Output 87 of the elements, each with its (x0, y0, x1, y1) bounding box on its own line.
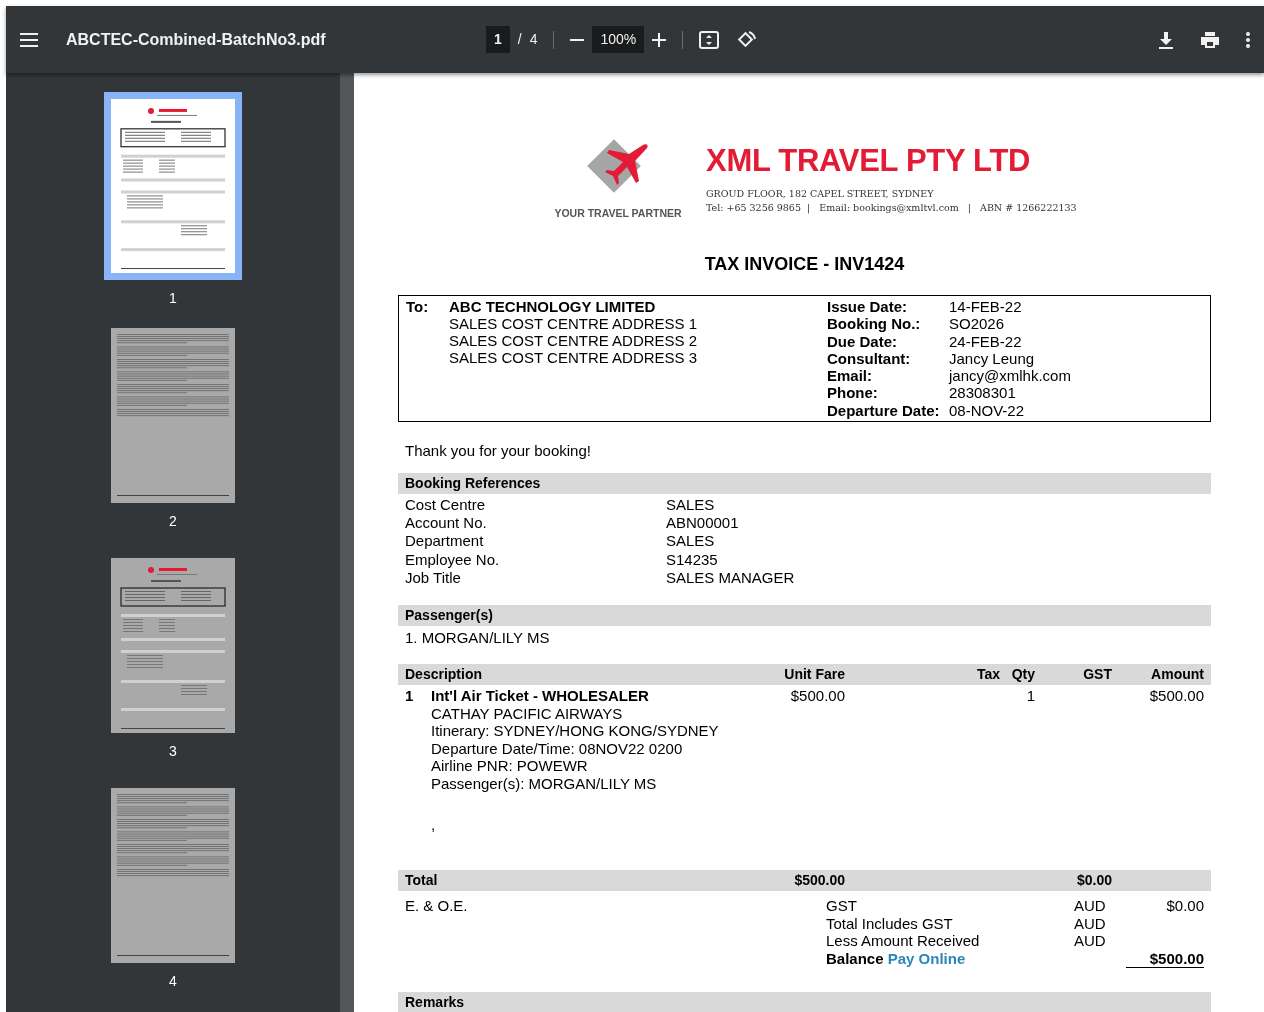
page-number-label: 4 (169, 972, 177, 991)
section-heading: Remarks (398, 992, 1211, 1012)
reference-value: SALES (666, 532, 716, 551)
item-detail: Itinerary: SYDNEY/HONG KONG/SYDNEY (431, 722, 719, 740)
file-name: ABCTEC-Combined-BatchNo3.pdf (66, 29, 327, 50)
print-icon[interactable] (1200, 30, 1220, 49)
section-heading: Passenger(s) (398, 605, 1211, 626)
download-icon[interactable] (1158, 30, 1174, 49)
summary-label: GST (826, 897, 857, 915)
currency-label: AUD (1074, 897, 1106, 915)
address-line: SALES COST CENTRE ADDRESS 2 (449, 332, 699, 349)
detail-value: 14-FEB-22 (949, 298, 1023, 316)
item-number: 1 (405, 687, 415, 706)
passenger-name: 1. MORGAN/LILY MS (405, 629, 551, 646)
detail-label: Consultant: (827, 349, 912, 368)
reference-label: Cost Centre (405, 496, 487, 515)
item-detail: Airline PNR: POWEWR (431, 757, 589, 775)
thank-you-text: Thank you for your booking! (405, 442, 592, 459)
address-line: SALES COST CENTRE ADDRESS 1 (449, 315, 699, 332)
page-count: 4 (529, 30, 538, 49)
reference-value: SALES MANAGER (666, 568, 796, 587)
summary-label: Less Amount Received (826, 932, 980, 950)
page-thumbnail[interactable] (111, 558, 235, 733)
page-number-label: 2 (169, 512, 177, 531)
currency-label: AUD (1074, 932, 1106, 950)
item-detail: CATHAY PACIFIC AIRWAYS (431, 704, 624, 723)
address-line: SALES COST CENTRE ADDRESS 3 (449, 349, 699, 366)
summary-label: Total Includes GST (826, 914, 953, 932)
balance-label: Balance (826, 949, 884, 967)
column-header: GST (1082, 666, 1112, 683)
eoe-text: E. & O.E. (405, 897, 468, 915)
column-header: Unit Fare (783, 666, 845, 683)
detail-value: 24-FEB-22 (949, 332, 1023, 350)
section-heading: Booking References (398, 473, 1211, 494)
detail-value: Jancy Leung (949, 349, 1036, 368)
reference-label: Employee No. (405, 550, 501, 569)
column-header: Description (405, 666, 483, 683)
detail-value: SO2026 (949, 315, 1006, 333)
reference-label: Job Title (405, 568, 462, 587)
table-cell-text: $500.00 (789, 687, 845, 706)
item-detail: Passenger(s): MORGAN/LILY MS (431, 775, 658, 793)
summary-amount: $0.00 (1166, 897, 1204, 915)
tagline: YOUR TRAVEL PARTNER (554, 206, 682, 221)
total-value: $0.00 (1075, 872, 1112, 890)
column-header: Amount (1150, 666, 1204, 683)
column-header: Qty (1010, 666, 1035, 683)
page-number-label: 1 (169, 289, 177, 308)
menu-icon[interactable] (20, 32, 38, 47)
reference-value: SALES (666, 496, 716, 515)
detail-label: Phone: (827, 384, 879, 402)
table-cell: $500.00 (1149, 687, 1204, 704)
detail-label: Departure Date: (827, 401, 941, 420)
item-title: Int'l Air Ticket - WHOLESALER (431, 687, 650, 705)
company-address: GROUD FLOOR, 182 CAPEL STREET, SYDNEY (706, 187, 935, 201)
column-header: Tax (975, 666, 1000, 683)
item-note: , (431, 815, 437, 834)
to-label: To: (406, 298, 430, 317)
detail-label: Due Date: (827, 332, 898, 350)
zoom-in-icon[interactable] (652, 32, 667, 47)
reference-value: S14235 (666, 550, 719, 569)
zoom-level[interactable]: 100% (592, 26, 645, 53)
company-name: XML TRAVEL PTY LTD (706, 143, 1032, 179)
balance-amount: $500.00 (1126, 949, 1204, 969)
detail-label: Issue Date: (827, 298, 909, 316)
page-number-label: 3 (169, 742, 177, 761)
page-separator: / (517, 30, 522, 49)
currency-label: AUD (1074, 914, 1106, 932)
detail-value: 28308301 (949, 384, 1017, 402)
customer-name: ABC TECHNOLOGY LIMITED (449, 298, 657, 315)
fit-page-icon[interactable] (699, 30, 720, 49)
detail-value: jancy@xmlhk.com (949, 367, 1071, 385)
reference-label: Department (405, 532, 485, 551)
more-icon[interactable] (1246, 30, 1250, 49)
total-value: $500.00 (793, 872, 845, 890)
reference-label: Account No. (405, 514, 488, 533)
item-detail: Departure Date/Time: 08NOV22 0200 (431, 739, 684, 758)
page-input[interactable]: 1 (486, 26, 510, 53)
total-label: Total (405, 872, 439, 890)
detail-value: 08-NOV-22 (949, 401, 1026, 420)
reference-value: ABN00001 (666, 514, 740, 533)
table-cell: 1 (1026, 687, 1035, 704)
company-contact: Tel: +65 3256 9865 | Email: bookings@xmltvl.com | ABN # 1266222133 (706, 201, 1077, 215)
pay-online-link[interactable]: Pay Online (887, 949, 966, 967)
detail-label: Booking No.: (827, 315, 922, 333)
page-thumbnail[interactable] (104, 92, 242, 280)
detail-label: Email: (827, 367, 873, 385)
invoice-title: TAX INVOICE - INV1424 (703, 256, 906, 273)
